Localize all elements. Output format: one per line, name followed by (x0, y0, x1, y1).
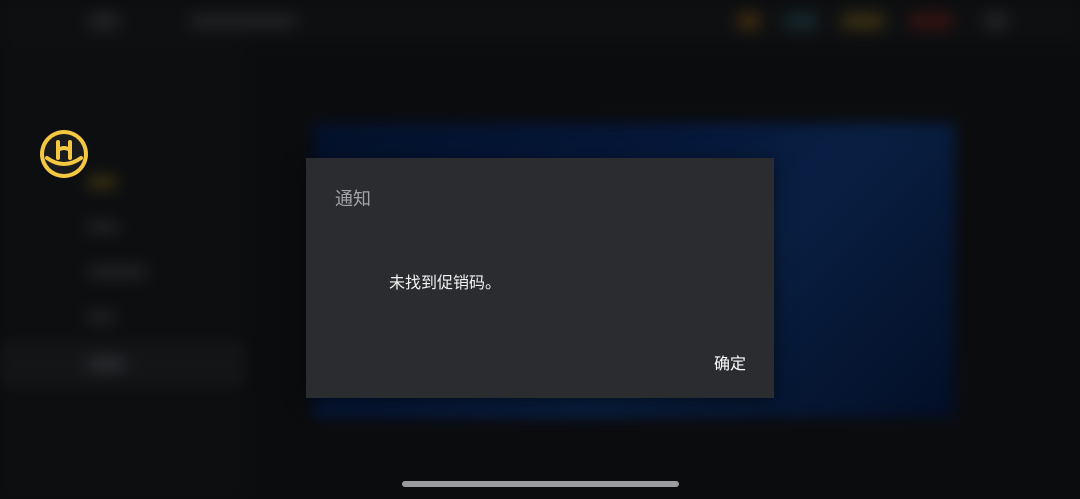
confirm-button[interactable]: 确定 (714, 350, 746, 374)
alert-dialog: 通知 未找到促销码。 确定 (306, 158, 774, 398)
dialog-message: 未找到促销码。 (389, 273, 502, 292)
home-indicator[interactable] (402, 481, 679, 487)
wanda-logo-icon (40, 130, 88, 178)
dialog-title: 通知 (335, 189, 371, 210)
